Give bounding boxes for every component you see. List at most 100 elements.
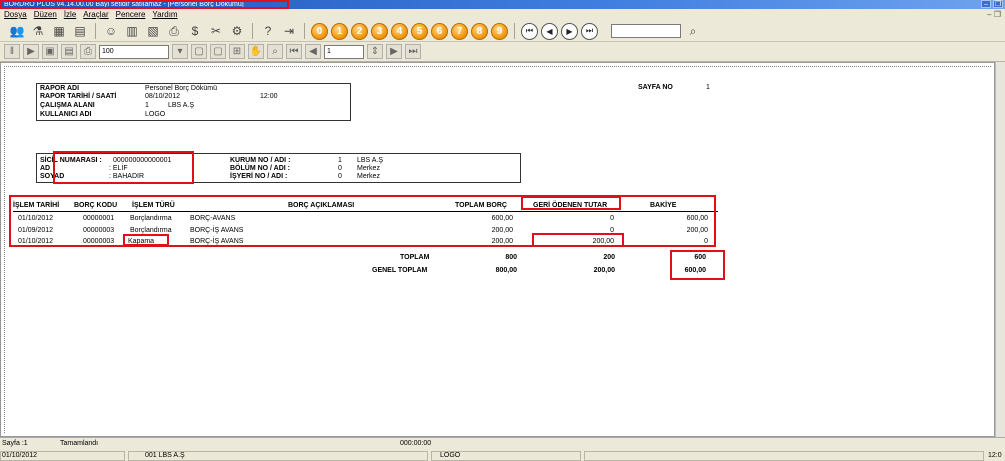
zoom-dropdown-icon[interactable]: ▾: [172, 44, 188, 59]
shortcut-1-button[interactable]: 1: [331, 22, 348, 40]
rapor-adi-label: RAPOR ADI: [40, 85, 80, 92]
save-as-icon[interactable]: ▤: [61, 44, 77, 59]
zoom-select[interactable]: 100: [99, 44, 169, 59]
isyeri-label: İŞYERİ NO / ADI :: [230, 173, 288, 180]
status-firma: 001 LBS A.Ş: [145, 452, 185, 459]
menu-pencere[interactable]: Pencere: [116, 9, 146, 21]
report-info-box: RAPOR ADI Personel Borç Dökümü RAPOR TAR…: [36, 83, 351, 121]
personel-highlight-box: [53, 151, 194, 184]
first-page-icon[interactable]: ⏮: [286, 44, 302, 59]
person-icon[interactable]: ☺: [102, 23, 120, 40]
shortcut-7-button[interactable]: 7: [451, 22, 468, 40]
previous-record-icon[interactable]: ◀: [541, 22, 558, 40]
kullanici-adi-value: LOGO: [145, 111, 166, 118]
kurum-label: KURUM NO / ADI :: [230, 157, 291, 164]
page-spin-icon[interactable]: ⇕: [367, 44, 383, 59]
bolum-ad: Merkez: [357, 165, 380, 172]
genel-toplam-label: GENEL TOPLAM: [372, 267, 428, 274]
rapor-tarihi-value: 08/10/2012: [145, 93, 181, 100]
toplam-label: TOPLAM: [400, 254, 430, 261]
menu-yardim[interactable]: Yardım: [152, 9, 177, 21]
title-highlight-box: [0, 0, 289, 9]
exit-icon[interactable]: ⇥: [280, 23, 298, 40]
odenen-value-highlight: [532, 233, 624, 247]
bolum-no: 0: [338, 165, 342, 172]
form-icon[interactable]: ▤: [71, 23, 89, 40]
bakiye-total-highlight: [670, 250, 725, 280]
menu-izle[interactable]: İzle: [64, 9, 76, 21]
search-icon[interactable]: ⌕: [684, 23, 702, 40]
menu-bar: Dosya Düzen İzle Araçlar Pencere Yardım …: [0, 9, 1005, 21]
next-page-icon[interactable]: ▶: [386, 44, 402, 59]
genel-toplam-odenen: 200,00: [593, 267, 615, 274]
page-border: [4, 66, 991, 433]
print-icon[interactable]: ⎙: [80, 44, 96, 59]
status-panel: [584, 451, 984, 461]
first-record-icon[interactable]: ⏮: [521, 22, 538, 40]
grid-icon[interactable]: ⊞: [229, 44, 245, 59]
isyeri-ad: Merkez: [357, 173, 380, 180]
menu-araclar[interactable]: Araçlar: [83, 9, 108, 21]
calculator-icon[interactable]: ▦: [50, 23, 68, 40]
printer-icon[interactable]: ⎙: [165, 23, 183, 40]
sayfa-no-label: SAYFA NO: [638, 84, 673, 91]
last-record-icon[interactable]: ⏭: [581, 22, 598, 40]
status-zaman: 000:00:00: [400, 440, 432, 447]
restore-button[interactable]: ❐: [993, 0, 1003, 8]
users-icon[interactable]: 👥: [8, 23, 26, 40]
shortcut-0-button[interactable]: 0: [311, 22, 328, 40]
money-bag-icon[interactable]: $: [186, 23, 204, 40]
shortcut-2-button[interactable]: 2: [351, 22, 368, 40]
calisma-alani-ad: LBS A.Ş: [168, 102, 195, 109]
shortcut-6-button[interactable]: 6: [431, 22, 448, 40]
calisma-alani-no: 1: [145, 102, 149, 109]
settings-icon[interactable]: ⚙: [228, 23, 246, 40]
shortcut-3-button[interactable]: 3: [371, 22, 388, 40]
next-record-icon[interactable]: ▶: [561, 22, 578, 40]
geri-odenen-header-highlight: [521, 196, 621, 210]
toplam-borc: 800: [505, 254, 517, 261]
hand-icon[interactable]: ✋: [248, 44, 264, 59]
menu-dosya[interactable]: Dosya: [4, 9, 27, 21]
mdi-window-controls[interactable]: – ❐: [987, 9, 1001, 21]
status-kullanici: LOGO: [440, 452, 461, 459]
filter-icon[interactable]: ⚗: [29, 23, 47, 40]
toolbar-separator: [514, 23, 515, 39]
kapama-highlight: [123, 234, 169, 246]
toolbar-separator: [252, 23, 253, 39]
report-icon[interactable]: ▥: [123, 23, 141, 40]
menu-duzen[interactable]: Düzen: [34, 9, 57, 21]
preview-toolbar: ‖ ▶ ▣ ▤ ⎙ 100 ▾ ▢ ▢ ⊞ ✋ ⌕ ⏮ ◀ 1 ⇕ ▶ ⏭: [0, 42, 1005, 62]
save-icon[interactable]: ▣: [42, 44, 58, 59]
single-page-icon[interactable]: ▢: [191, 44, 207, 59]
main-toolbar: 👥 ⚗ ▦ ▤ ☺ ▥ ▧ ⎙ $ ✂ ⚙ ? ⇥ 0 1 2 3 4 5 6 …: [0, 21, 1005, 42]
quick-search-input[interactable]: [611, 24, 681, 38]
toolbar-separator: [304, 23, 305, 39]
prev-page-icon[interactable]: ◀: [305, 44, 321, 59]
ad-label: AD: [40, 165, 51, 172]
minimize-button[interactable]: –: [981, 0, 991, 8]
document-icon[interactable]: ▧: [144, 23, 162, 40]
page-number-input[interactable]: 1: [324, 44, 364, 59]
shortcut-8-button[interactable]: 8: [471, 22, 488, 40]
two-pages-icon[interactable]: ▢: [210, 44, 226, 59]
shortcut-4-button[interactable]: 4: [391, 22, 408, 40]
shortcut-9-button[interactable]: 9: [491, 22, 508, 40]
isyeri-no: 0: [338, 173, 342, 180]
kurum-no: 1: [338, 157, 342, 164]
toplam-odenen: 200: [603, 254, 615, 261]
shortcut-5-button[interactable]: 5: [411, 22, 428, 40]
last-page-icon[interactable]: ⏭: [405, 44, 421, 59]
calisma-alani-label: ÇALIŞMA ALANI: [40, 102, 95, 109]
report-preview: RAPOR ADI Personel Borç Dökümü RAPOR TAR…: [0, 62, 995, 437]
kurum-ad: LBS A.Ş: [357, 157, 384, 164]
status-sayfa: Sayfa :1: [2, 440, 28, 447]
vertical-scrollbar[interactable]: [995, 62, 1005, 437]
help-icon[interactable]: ?: [259, 23, 277, 40]
play-icon[interactable]: ▶: [23, 44, 39, 59]
pause-icon[interactable]: ‖: [4, 44, 20, 59]
bolum-label: BÖLÜM NO / ADI :: [230, 165, 291, 172]
zoom-icon[interactable]: ⌕: [267, 44, 283, 59]
tools-icon[interactable]: ✂: [207, 23, 225, 40]
toolbar-separator: [95, 23, 96, 39]
